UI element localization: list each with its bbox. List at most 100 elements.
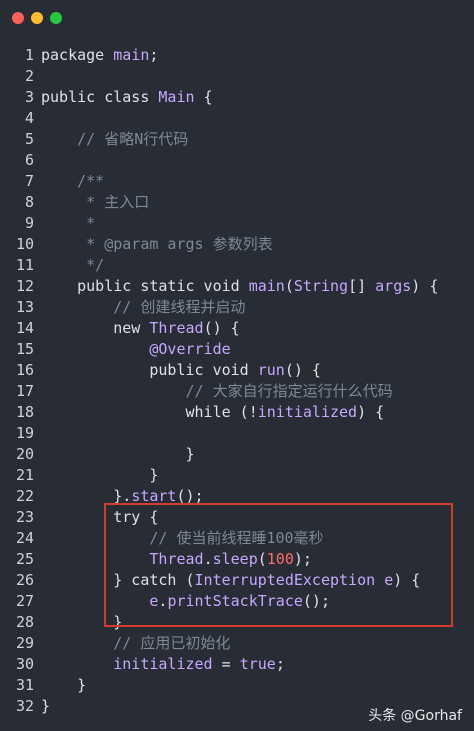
line-number: 1 <box>24 46 34 64</box>
code-line: 17 // 大家自行指定运行什么代码 <box>0 381 474 402</box>
line-number: 22 <box>15 487 34 505</box>
code-line: 11 */ <box>0 255 474 276</box>
code-line: 31 } <box>0 675 474 696</box>
code-text: /** <box>41 171 104 192</box>
minimize-window-button[interactable] <box>31 12 43 24</box>
code-token: @Override <box>149 340 231 358</box>
code-text: public static void main(String[] args) { <box>41 276 438 297</box>
line-number: 32 <box>15 697 34 715</box>
code-line: 19 <box>0 423 474 444</box>
code-token: } <box>41 466 159 484</box>
code-token: */ <box>41 256 105 274</box>
code-line: 7 /** <box>0 171 474 192</box>
line-number: 6 <box>24 151 34 169</box>
code-text: @Override <box>41 339 231 360</box>
code-text: // 创建线程并启动 <box>41 297 245 318</box>
line-number: 30 <box>15 655 34 673</box>
code-text: // 应用已初始化 <box>41 633 230 654</box>
code-line: 8 * 主入口 <box>0 192 474 213</box>
line-number: 13 <box>15 298 34 316</box>
line-number: 24 <box>15 529 34 547</box>
line-number: 14 <box>15 319 34 337</box>
code-token: * <box>41 214 96 232</box>
code-token: = <box>212 655 240 673</box>
code-token: } <box>41 445 195 463</box>
watermark: 头条 @Gorhaf <box>368 708 462 724</box>
line-number: 19 <box>15 424 34 442</box>
line-number: 18 <box>15 403 34 421</box>
line-number: 23 <box>15 508 34 526</box>
code-token: ) { <box>411 277 439 295</box>
code-line: 9 * <box>0 213 474 234</box>
code-text: while (!initialized) { <box>41 402 384 423</box>
line-number: 2 <box>24 67 34 85</box>
line-number: 16 <box>15 361 34 379</box>
line-number: 10 <box>15 235 34 253</box>
line-number: 21 <box>15 466 34 484</box>
code-text: new Thread() { <box>41 318 240 339</box>
line-number: 26 <box>15 571 34 589</box>
code-token: ) { <box>357 403 385 421</box>
code-text: * @param args 参数列表 <box>41 234 272 255</box>
code-token: { <box>194 88 213 106</box>
line-number: 7 <box>24 172 34 190</box>
line-number: 8 <box>24 193 34 211</box>
code-text: } <box>41 444 195 465</box>
code-text: package main; <box>41 45 158 66</box>
line-number: 5 <box>24 130 34 148</box>
highlight-box <box>104 503 453 627</box>
code-line: 6 <box>0 150 474 171</box>
code-token: /** <box>41 172 105 190</box>
code-token: true <box>239 655 276 673</box>
code-text: // 大家自行指定运行什么代码 <box>41 381 393 402</box>
code-line: 1 package main; <box>0 45 474 66</box>
line-number: 12 <box>15 277 34 295</box>
code-token: ( <box>284 277 294 295</box>
code-token: // 省略N行代码 <box>41 130 189 148</box>
code-line: 21 } <box>0 465 474 486</box>
code-line: 5 // 省略N行代码 <box>0 129 474 150</box>
code-text: } <box>41 675 86 696</box>
code-token: ; <box>149 46 159 64</box>
code-token: } <box>41 697 51 715</box>
code-text: initialized = true; <box>41 654 285 675</box>
close-window-button[interactable] <box>12 12 24 24</box>
code-token: main <box>248 277 285 295</box>
code-token: public static void <box>41 277 249 295</box>
code-token: String <box>293 277 349 295</box>
line-number: 25 <box>15 550 34 568</box>
code-token: run <box>257 361 285 379</box>
code-token: args <box>375 277 412 295</box>
line-number: 27 <box>15 592 34 610</box>
code-token: Main <box>158 88 195 106</box>
line-number: 11 <box>15 256 34 274</box>
maximize-window-button[interactable] <box>50 12 62 24</box>
code-token: () { <box>203 319 240 337</box>
line-number: 3 <box>24 88 34 106</box>
code-token: // 大家自行指定运行什么代码 <box>41 382 393 400</box>
code-line: 14 new Thread() { <box>0 318 474 339</box>
code-token: ; <box>275 655 285 673</box>
code-line: 4 <box>0 108 474 129</box>
code-text: * <box>41 213 95 234</box>
code-token: initialized <box>113 655 213 673</box>
code-token: main <box>113 46 150 64</box>
code-line: 15 @Override <box>0 339 474 360</box>
line-number: 28 <box>15 613 34 631</box>
code-text: public class Main { <box>41 87 213 108</box>
code-text: // 省略N行代码 <box>41 129 188 150</box>
code-token: public class <box>41 88 159 106</box>
code-token: // 应用已初始化 <box>41 634 231 652</box>
code-window: 1 package main; 2 3 public class Main {4 5 //… <box>0 0 474 731</box>
line-number: 4 <box>24 109 34 127</box>
code-line: 20 } <box>0 444 474 465</box>
code-text: public void run() { <box>41 360 321 381</box>
line-number: 17 <box>15 382 34 400</box>
line-number: 20 <box>15 445 34 463</box>
code-text: */ <box>41 255 104 276</box>
code-line: 12 public static void main(String[] args… <box>0 276 474 297</box>
code-text: } <box>41 696 50 717</box>
code-line: 29 // 应用已初始化 <box>0 633 474 654</box>
code-token: [] <box>348 277 376 295</box>
